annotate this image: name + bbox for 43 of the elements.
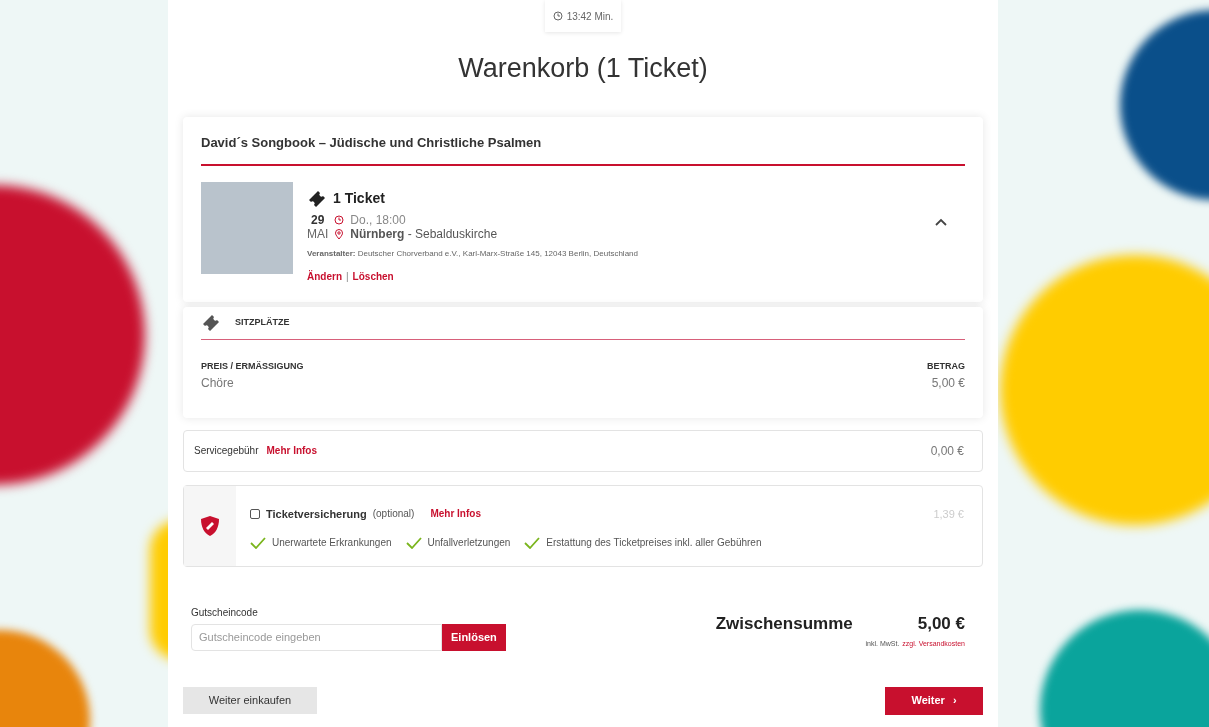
edit-link[interactable]: Ändern	[307, 269, 342, 284]
seats-heading: SITZPLÄTZE	[235, 316, 290, 330]
benefit-text: Erstattung des Ticketpreises inkl. aller Gebühren	[546, 536, 762, 550]
event-time: Do., 18:00	[350, 213, 406, 227]
continue-shopping-button[interactable]: Weiter einkaufen	[183, 686, 317, 714]
location-pin-icon	[334, 228, 345, 240]
optional-note: (optional)	[372, 507, 415, 522]
benefit-text: Unerwartete Erkrankungen	[272, 536, 392, 550]
price-category: Chöre	[201, 374, 234, 392]
organizer-text: Veranstalter: Deutscher Chorverband e.V., Karl-Marx-Straße 145, 12043 Berlin, Deutschland	[307, 248, 639, 260]
more-info-link[interactable]: Mehr Infos	[266, 443, 318, 458]
subtotal-amount: 5,00 €	[917, 612, 965, 635]
event-venue: Nürnberg - Sebalduskirche	[350, 227, 498, 241]
service-fee-label: Servicegebühr	[194, 444, 259, 458]
benefit-text: Unfallverletzungen	[427, 536, 511, 550]
redeem-button[interactable]: Einlösen	[442, 623, 506, 651]
check-icon	[250, 536, 266, 549]
insurance-label: Ticketversicherung	[266, 506, 367, 522]
ticket-icon	[201, 315, 221, 331]
ticket-icon	[307, 190, 327, 207]
ticket-count: 1 Ticket	[333, 189, 385, 208]
more-info-link[interactable]: Mehr Infos	[430, 506, 481, 522]
service-fee-amount: 0,00 €	[930, 442, 964, 460]
clock-icon	[334, 215, 345, 225]
shield-icon	[200, 514, 220, 537]
column-header: PREIS / ERMÄSSIGUNG	[201, 360, 304, 373]
link-separator: |	[346, 270, 349, 284]
voucher-input-field[interactable]: Gutscheincode eingeben	[191, 623, 442, 651]
event-day: 29	[311, 213, 325, 227]
clock-icon	[552, 11, 563, 21]
column-header: BETRAG	[927, 360, 965, 373]
page-title: Warenkorb (1 Ticket)	[457, 52, 709, 85]
price-amount: 5,00 €	[931, 374, 965, 392]
insurance-checkbox[interactable]	[250, 508, 260, 519]
event-month: MAI	[307, 227, 329, 241]
delete-link[interactable]: Löschen	[352, 269, 394, 284]
subtotal-label: Zwischensumme	[715, 612, 853, 635]
voucher-label: Gutscheincode	[191, 605, 259, 620]
check-icon	[405, 536, 422, 549]
timer-text: 13:42 Min.	[566, 9, 614, 24]
event-title: David´s Songbook – Jüdische und Christliche Psalmen	[201, 132, 965, 166]
check-icon	[524, 536, 541, 549]
next-button[interactable]: Weiter ›	[885, 686, 983, 715]
